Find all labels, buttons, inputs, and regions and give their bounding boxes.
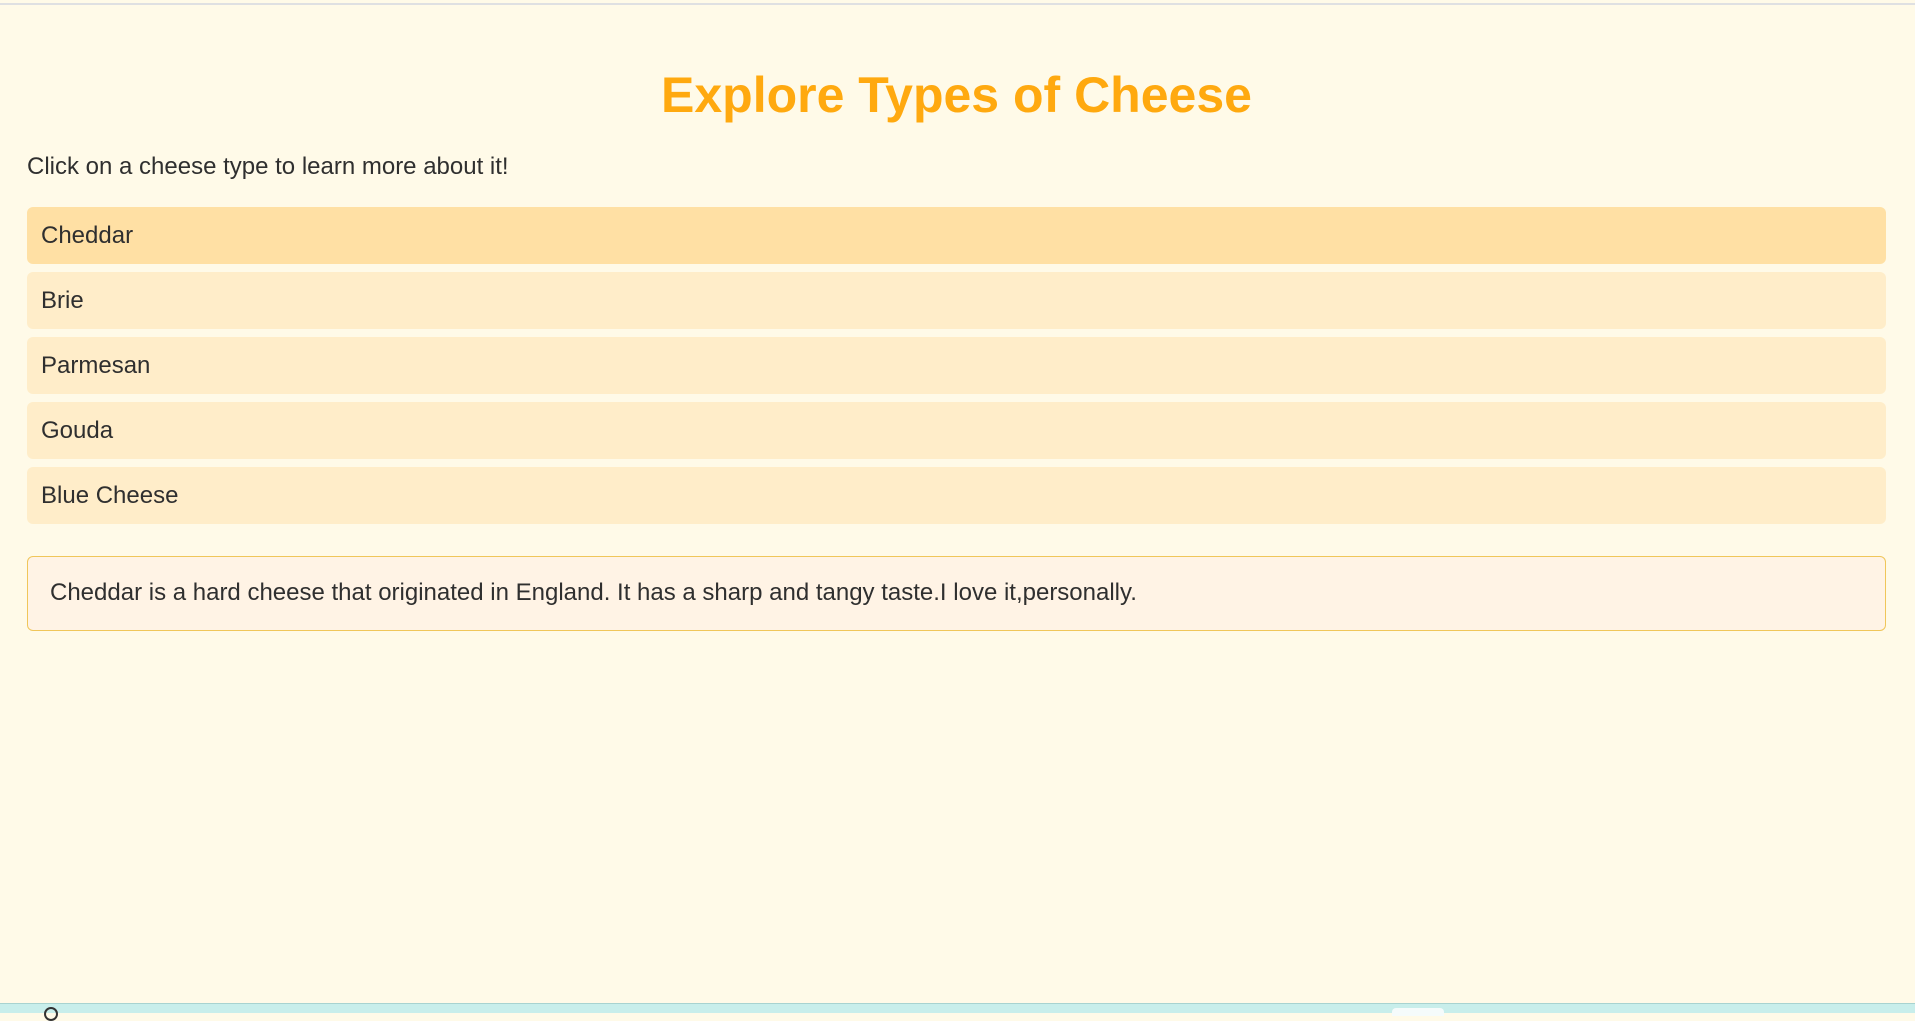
cheese-item-parmesan[interactable]: Parmesan: [27, 337, 1886, 394]
window-top-border: [0, 3, 1915, 5]
start-icon[interactable]: [44, 1007, 58, 1021]
cheese-item-brie[interactable]: Brie: [27, 272, 1886, 329]
intro-text: Click on a cheese type to learn more abo…: [27, 153, 509, 180]
cheese-list: Cheddar Brie Parmesan Gouda Blue Cheese: [27, 207, 1886, 532]
cheese-item-cheddar[interactable]: Cheddar: [27, 207, 1886, 264]
page-title: Explore Types of Cheese: [661, 67, 1252, 123]
cheese-description: Cheddar is a hard cheese that originated…: [27, 556, 1886, 631]
cheese-item-gouda[interactable]: Gouda: [27, 402, 1886, 459]
cheese-item-blue-cheese[interactable]: Blue Cheese: [27, 467, 1886, 524]
taskbar-app-icon[interactable]: [1392, 1008, 1444, 1016]
